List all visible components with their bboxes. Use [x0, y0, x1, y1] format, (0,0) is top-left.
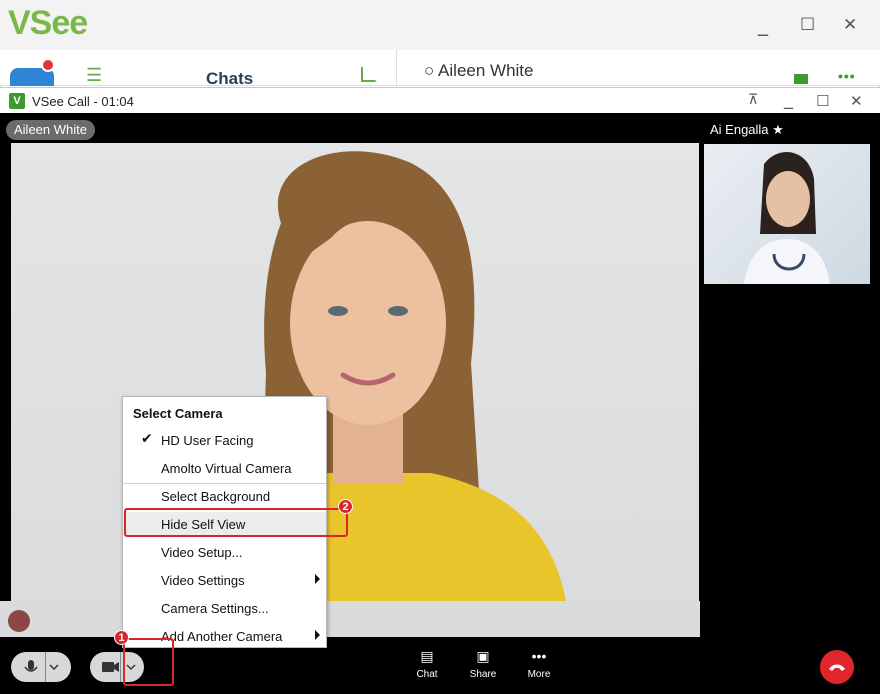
share-label: Share [469, 669, 497, 680]
menu-item-label: Amolto Virtual Camera [161, 461, 292, 476]
video-bottom-strip [0, 601, 700, 637]
muted-mic-icon [8, 610, 30, 632]
submenu-arrow-icon [315, 574, 320, 584]
self-participant-image [744, 152, 830, 284]
camera-split [120, 652, 121, 682]
hang-up-button[interactable] [820, 650, 854, 684]
call-titlebar: V VSee Call - 01:04 ⊼ _ ☐ ✕ [0, 87, 880, 113]
menu-item-label: Select Background [161, 489, 271, 504]
callout-box-hide-self-view [124, 508, 348, 537]
main-maximize-button[interactable]: ☐ [800, 15, 815, 35]
remote-video [11, 143, 699, 601]
menu-item-hd-user-facing[interactable]: ✔ HD User Facing [123, 428, 326, 452]
menu-item-label: Add Another Camera [161, 629, 283, 644]
menu-item-camera-settings[interactable]: Camera Settings... [123, 596, 326, 620]
call-maximize-button[interactable]: ☐ [816, 92, 829, 110]
mic-split [45, 652, 46, 682]
main-minimize-button[interactable]: _ [758, 12, 768, 36]
menu-item-label: HD User Facing [161, 433, 254, 448]
call-title: VSee Call - 01:04 [32, 94, 134, 109]
share-button[interactable]: ▣ Share [463, 648, 503, 680]
menu-item-label: Video Setup... [161, 545, 243, 560]
self-name-label: Ai Engalla ★ [710, 122, 784, 137]
video-call-icon[interactable] [794, 74, 808, 84]
callout-badge-1: 1 [114, 630, 129, 645]
more-button[interactable]: ••• More [519, 648, 559, 680]
more-options-icon[interactable]: ••• [838, 68, 856, 84]
menu-item-label: Camera Settings... [161, 601, 269, 616]
vsee-logo: VSee [8, 4, 88, 42]
chat-label: Chat [416, 669, 438, 680]
main-close-button[interactable]: ✕ [843, 15, 857, 35]
checkmark-icon: ✔ [141, 431, 153, 447]
more-icon: ••• [531, 648, 547, 664]
menu-item-video-setup[interactable]: Video Setup... [123, 540, 326, 564]
menu-icon[interactable]: ☰ [86, 65, 102, 86]
self-view-thumbnail[interactable] [704, 144, 870, 284]
chat-icon: ▤ [420, 648, 434, 664]
pin-icon[interactable]: ⊼ [748, 92, 758, 108]
share-icon: ▣ [476, 648, 490, 664]
compose-icon[interactable] [361, 66, 377, 82]
notification-dot [41, 58, 55, 72]
menu-item-label: Video Settings [161, 573, 245, 588]
callout-box-camera-dropdown [123, 638, 174, 686]
call-minimize-button[interactable]: _ [784, 89, 793, 110]
submenu-arrow-icon [315, 630, 320, 640]
microphone-icon [24, 660, 59, 672]
vsee-app-icon: V [9, 93, 25, 109]
callout-badge-2: 2 [338, 499, 353, 514]
chat-button[interactable]: ▤ Chat [407, 648, 447, 680]
microphone-button[interactable] [11, 652, 71, 682]
remote-name-label: Aileen White [6, 120, 95, 140]
contact-name: ○ Aileen White [424, 61, 534, 80]
main-titlebar: VSee _ ☐ ✕ [0, 0, 880, 50]
hang-up-icon [829, 664, 845, 671]
more-label: More [527, 669, 551, 680]
menu-item-video-settings[interactable]: Video Settings [123, 568, 326, 592]
divider [396, 50, 397, 86]
call-close-button[interactable]: ✕ [850, 92, 863, 110]
remote-participant-image [181, 151, 566, 601]
main-subheader: ☰ Chats ○ Aileen White ••• [0, 50, 880, 89]
menu-item-select-background[interactable]: Select Background [123, 484, 326, 508]
menu-title: Select Camera [133, 406, 223, 421]
menu-item-amolto-virtual-camera[interactable]: Amolto Virtual Camera [123, 456, 326, 480]
chats-tab[interactable]: Chats [206, 69, 253, 89]
